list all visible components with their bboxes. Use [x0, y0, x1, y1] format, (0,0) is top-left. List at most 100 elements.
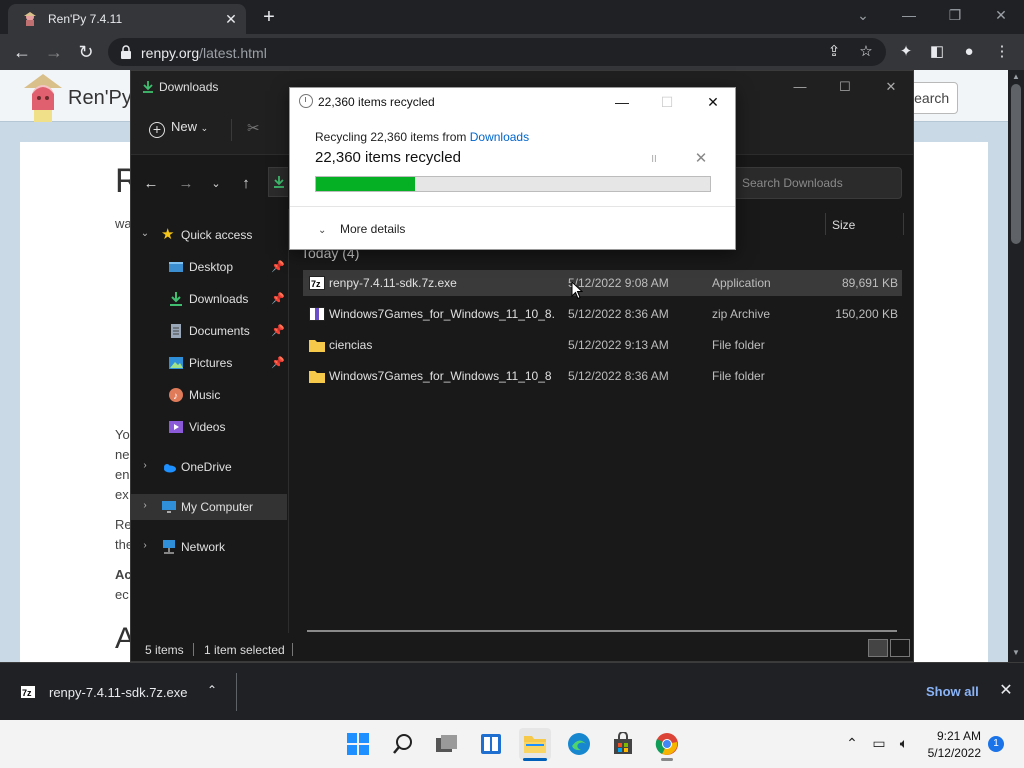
- page-text: Yo: [115, 427, 130, 442]
- download-item-name[interactable]: renpy-7.4.11-sdk.7z.exe: [49, 685, 188, 700]
- forward-icon[interactable]: →: [42, 40, 66, 64]
- scroll-up-icon[interactable]: ▲: [1011, 72, 1021, 81]
- details-view-icon[interactable]: [868, 639, 888, 657]
- taskbar-edge[interactable]: [563, 728, 595, 760]
- cancel-operation-icon[interactable]: ✕: [692, 150, 710, 168]
- share-icon[interactable]: ⇪: [824, 42, 844, 62]
- nav-item-onedrive[interactable]: › OneDrive: [131, 454, 287, 480]
- horizontal-scrollbar[interactable]: [307, 630, 897, 632]
- 7zip-icon: 7z: [309, 276, 325, 290]
- nav-label: Quick access: [181, 228, 253, 242]
- expand-chevron-icon[interactable]: ›: [139, 540, 151, 551]
- close-shelf-icon[interactable]: ✕: [996, 681, 1016, 701]
- extensions-puzzle-icon[interactable]: ✦: [896, 42, 916, 62]
- profile-icon[interactable]: ●: [959, 42, 979, 62]
- explorer-maximize-button[interactable]: ☐: [833, 77, 857, 97]
- taskbar-search-button[interactable]: [387, 728, 419, 760]
- onedrive-icon: [164, 464, 176, 473]
- explorer-address-box[interactable]: [268, 167, 288, 197]
- browser-tabstrip: Ren'Py 7.4.11 ✕ + ⌄ — ❐ ✕: [0, 0, 1024, 34]
- nav-item-pictures[interactable]: Pictures 📌: [131, 350, 287, 376]
- nav-item-desktop[interactable]: Desktop 📌: [131, 254, 287, 280]
- page-text: en: [115, 467, 130, 482]
- up-folder-icon[interactable]: ↑: [235, 173, 257, 195]
- minimize-button[interactable]: —: [896, 4, 922, 26]
- start-button[interactable]: [342, 728, 374, 760]
- nav-item-quick-access[interactable]: ⌄ ★ Quick access: [131, 222, 287, 248]
- dialog-titlebar[interactable]: 22,360 items recycled — ☐ ✕: [290, 88, 735, 116]
- explorer-forward-icon[interactable]: →: [175, 173, 197, 195]
- download-icon: [274, 176, 284, 188]
- back-icon[interactable]: ←: [10, 40, 34, 64]
- pause-icon[interactable]: II: [646, 152, 662, 168]
- cut-scissors-icon[interactable]: ✂: [247, 119, 265, 137]
- recycle-source-text: Recycling 22,360 items from Downloads: [315, 130, 530, 144]
- reload-icon[interactable]: ↻: [74, 40, 98, 64]
- file-row[interactable]: Windows7Games_for_Windows_11_10_8.... 5/…: [303, 301, 902, 327]
- downloads-link[interactable]: Downloads: [470, 130, 529, 144]
- 7zip-icon: 7z: [20, 685, 36, 699]
- new-tab-button[interactable]: +: [258, 7, 280, 29]
- restore-button[interactable]: ❐: [942, 4, 968, 26]
- task-view-button[interactable]: [431, 728, 463, 760]
- nav-item-network[interactable]: › Network: [131, 534, 287, 560]
- nav-item-documents[interactable]: Documents 📌: [131, 318, 287, 344]
- column-header-size[interactable]: Size: [832, 218, 855, 232]
- explorer-close-button[interactable]: ✕: [879, 77, 903, 97]
- close-window-button[interactable]: ✕: [988, 4, 1014, 26]
- page-scrollbar[interactable]: ▲ ▼: [1008, 70, 1024, 662]
- chevron-up-icon[interactable]: ⌃: [204, 683, 220, 699]
- file-date: 5/12/2022 9:13 AM: [568, 338, 669, 352]
- nav-item-music[interactable]: ♪ Music: [131, 382, 287, 408]
- expand-chevron-icon[interactable]: ›: [139, 460, 151, 471]
- explorer-search-box[interactable]: Search Downloads: [727, 167, 902, 199]
- tab-search-icon[interactable]: ⌄: [850, 4, 876, 26]
- pin-icon: 📌: [271, 261, 285, 273]
- show-hidden-icons-chevron-icon[interactable]: ⌃: [843, 734, 861, 752]
- file-row[interactable]: ciencias 5/12/2022 9:13 AM File folder: [303, 332, 902, 358]
- volume-icon[interactable]: 🔈︎: [895, 734, 913, 752]
- notification-badge[interactable]: 1: [988, 736, 1004, 752]
- scroll-thumb[interactable]: [1011, 84, 1021, 244]
- address-bar[interactable]: renpy.org/latest.html ⇪ ☆: [108, 38, 886, 66]
- menu-kebab-icon[interactable]: ⋮: [992, 42, 1012, 62]
- scroll-down-icon[interactable]: ▼: [1011, 648, 1021, 657]
- explorer-back-icon[interactable]: ←: [140, 173, 162, 195]
- plus-icon: +: [149, 122, 165, 138]
- large-icons-view-icon[interactable]: [890, 639, 910, 657]
- file-date: 5/12/2022 9:08 AM: [568, 276, 669, 290]
- browser-tab[interactable]: Ren'Py 7.4.11 ✕: [8, 4, 246, 34]
- recent-locations-icon[interactable]: ⌄: [205, 173, 227, 195]
- clock-time[interactable]: 9:21 AM: [929, 729, 981, 743]
- file-size: 150,200 KB: [835, 307, 898, 321]
- file-row[interactable]: 7z renpy-7.4.11-sdk.7z.exe 5/12/2022 9:0…: [303, 270, 902, 296]
- explorer-minimize-button[interactable]: —: [788, 77, 812, 97]
- site-name[interactable]: Ren'Py: [68, 87, 132, 110]
- file-name: Windows7Games_for_Windows_11_10_8: [329, 369, 552, 383]
- display-network-icon[interactable]: ▭: [870, 734, 888, 752]
- side-panel-icon[interactable]: ◧: [927, 42, 947, 62]
- taskbar-file-explorer[interactable]: [519, 728, 551, 761]
- network-icon: [163, 540, 175, 554]
- widgets-button[interactable]: [475, 728, 507, 760]
- nav-item-downloads[interactable]: Downloads 📌: [131, 286, 287, 312]
- clock-date[interactable]: 5/12/2022: [923, 746, 981, 760]
- bookmark-star-icon[interactable]: ☆: [856, 42, 876, 62]
- taskbar-store[interactable]: [607, 728, 639, 760]
- pin-icon: 📌: [271, 293, 285, 305]
- expand-chevron-icon[interactable]: ›: [139, 500, 151, 511]
- show-all-button[interactable]: Show all: [926, 684, 979, 699]
- nav-item-videos[interactable]: Videos: [131, 414, 287, 440]
- tab-close-icon[interactable]: ✕: [222, 10, 240, 28]
- new-button[interactable]: + New ⌄: [149, 119, 208, 139]
- expand-chevron-icon[interactable]: ⌄: [139, 228, 151, 239]
- column-separator[interactable]: [825, 213, 826, 235]
- file-row[interactable]: Windows7Games_for_Windows_11_10_8 5/12/2…: [303, 363, 902, 389]
- search-icon: [393, 734, 412, 754]
- taskbar-chrome[interactable]: [651, 728, 683, 761]
- nav-item-my-computer[interactable]: › My Computer: [131, 494, 287, 520]
- dialog-close-button[interactable]: ✕: [701, 91, 725, 113]
- more-details-toggle[interactable]: ⌄ More details: [318, 222, 405, 236]
- column-separator[interactable]: [903, 213, 904, 235]
- dialog-minimize-button[interactable]: —: [610, 91, 634, 113]
